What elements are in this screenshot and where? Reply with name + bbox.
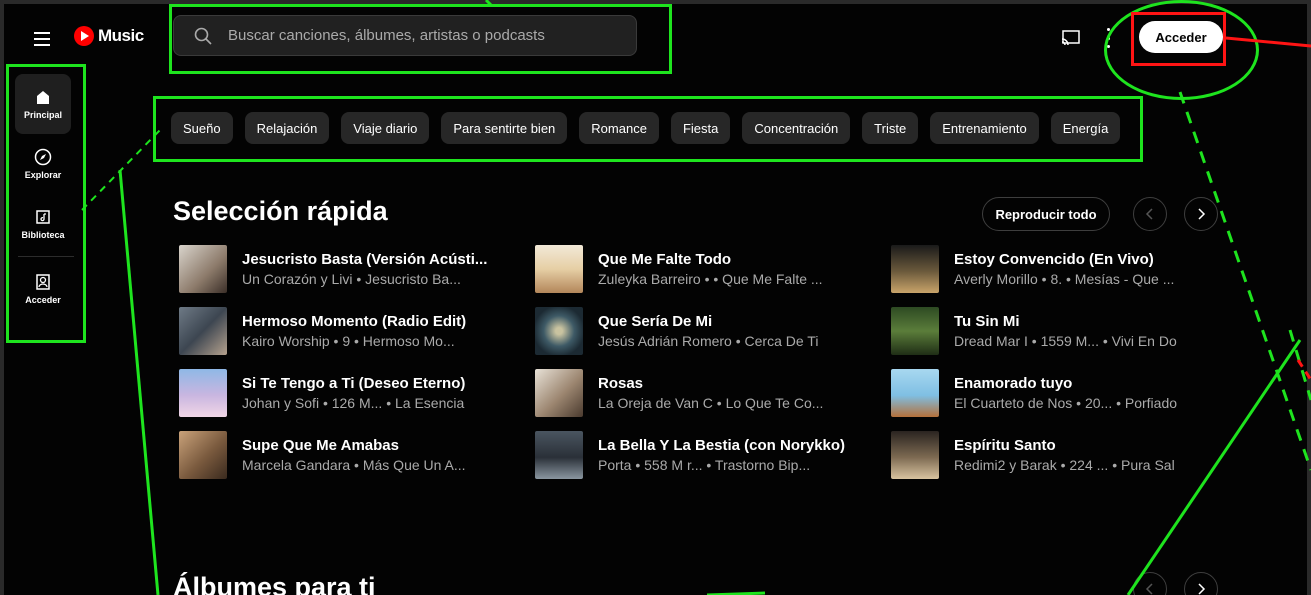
signin-button[interactable]: Acceder [1139, 21, 1223, 53]
albums-prev-button[interactable] [1133, 572, 1167, 595]
sidebar: Principal Explorar Biblioteca Acceder [10, 74, 82, 319]
sidebar-item-explorar[interactable]: Explorar [15, 134, 71, 194]
chip-concentracion[interactable]: Concentración [742, 112, 851, 144]
library-icon [36, 210, 50, 224]
play-all-button[interactable]: Reproducir todo [982, 197, 1110, 231]
song-subtitle: Marcela Gandara • Más Que Un A... [242, 456, 466, 473]
album-thumbnail [179, 430, 227, 479]
chip-viaje-diario[interactable]: Viaje diario [341, 112, 430, 144]
album-thumbnail [535, 306, 583, 355]
album-thumbnail [891, 368, 939, 417]
chip-relajacion[interactable]: Relajación [244, 112, 330, 144]
song-subtitle: Dread Mar I • 1559 M... • Vivi En Do [954, 332, 1177, 349]
sidebar-item-label: Biblioteca [21, 230, 65, 240]
song-subtitle: Porta • 558 M r... • Trastorno Bip... [598, 456, 811, 473]
sidebar-item-principal[interactable]: Principal [15, 74, 71, 134]
song-title: Espíritu Santo [954, 436, 1056, 454]
chevron-left-icon [1145, 583, 1153, 595]
song-title: Tu Sin Mi [954, 312, 1020, 330]
song-item[interactable]: Jesucristo Basta (Versión Acústi... Un Co… [179, 244, 535, 293]
chevron-right-icon [1198, 583, 1206, 595]
album-thumbnail [179, 368, 227, 417]
compass-icon [34, 148, 52, 166]
song-title: Que Me Falte Todo [598, 250, 732, 268]
sidebar-item-label: Principal [23, 110, 62, 120]
app-window: Music Acceder Principal Explorar Bibliot… [4, 4, 1307, 595]
sidebar-item-label: Acceder [25, 295, 61, 305]
song-item[interactable]: Supe Que Me Amabas Marcela Gandara • Más … [179, 430, 535, 479]
sidebar-item-biblioteca[interactable]: Biblioteca [15, 194, 71, 254]
song-title: Hermoso Momento (Radio Edit) [242, 312, 467, 330]
song-title: Supe Que Me Amabas [242, 436, 399, 454]
account-icon [36, 274, 50, 290]
quick-picks-grid: Jesucristo Basta (Versión Acústi... Un Co… [179, 244, 1239, 479]
song-subtitle: Johan y Sofi • 126 M... • La Esencia [242, 394, 465, 411]
song-item[interactable]: Estoy Convencido (En Vivo) Averly Morillo… [891, 244, 1239, 293]
song-item[interactable]: Hermoso Momento (Radio Edit) Kairo Worshi… [179, 306, 535, 355]
search-icon [194, 27, 212, 45]
song-title: Rosas [598, 374, 644, 392]
song-item[interactable]: Tu Sin Mi Dread Mar I • 1559 M... • Vivi … [891, 306, 1239, 355]
search-bar[interactable] [173, 15, 637, 56]
search-input[interactable] [228, 27, 628, 44]
more-options-icon[interactable] [1104, 28, 1112, 48]
song-subtitle: Averly Morillo • 8. • Mesías - Que ... [954, 270, 1175, 287]
album-thumbnail [535, 244, 583, 293]
albums-next-button[interactable] [1184, 572, 1218, 595]
song-title: Que Sería De Mi [598, 312, 713, 330]
carousel-prev-button[interactable] [1133, 197, 1167, 231]
albums-section-title: Álbumes para ti [173, 572, 376, 595]
song-item[interactable]: Si Te Tengo a Ti (Deseo Eterno) Johan y S… [179, 368, 535, 417]
song-item[interactable]: Que Sería De Mi Jesús Adrián Romero • Cer… [535, 306, 891, 355]
logo-text: Music [98, 26, 144, 45]
mood-chips: Sueño Relajación Viaje diario Para senti… [171, 112, 1121, 144]
chevron-right-icon [1198, 208, 1206, 220]
home-icon [37, 91, 49, 104]
chip-energia[interactable]: Energía [1050, 112, 1121, 144]
chip-sueno[interactable]: Sueño [171, 112, 233, 144]
song-item[interactable]: La Bella Y La Bestia (con Norykko) Porta … [535, 430, 891, 479]
chip-triste[interactable]: Triste [862, 112, 919, 144]
song-title: Enamorado tuyo [954, 374, 1073, 392]
sidebar-item-label: Explorar [24, 170, 62, 180]
song-subtitle: Kairo Worship • 9 • Hermoso Mo... [242, 332, 455, 349]
play-logo-icon [74, 26, 94, 46]
song-subtitle: La Oreja de Van C • Lo Que Te Co... [598, 394, 824, 411]
chip-para-sentirte-bien[interactable]: Para sentirte bien [441, 112, 568, 144]
song-item[interactable]: Espíritu Santo Redimi2 y Barak • 224 ... … [891, 430, 1239, 479]
chip-fiesta[interactable]: Fiesta [670, 112, 731, 144]
song-subtitle: Redimi2 y Barak • 224 ... • Pura Sal [954, 456, 1175, 473]
album-thumbnail [535, 368, 583, 417]
song-item[interactable]: Rosas La Oreja de Van C • Lo Que Te Co... [535, 368, 891, 417]
section-title: Selección rápida [173, 196, 388, 226]
song-title: Si Te Tengo a Ti (Deseo Eterno) [242, 374, 466, 392]
album-thumbnail [891, 430, 939, 479]
song-subtitle: El Cuarteto de Nos • 20... • Porfiado [954, 394, 1178, 411]
carousel-next-button[interactable] [1184, 197, 1218, 231]
song-subtitle: Jesús Adrián Romero • Cerca De Ti [598, 332, 819, 349]
chip-entrenamiento[interactable]: Entrenamiento [930, 112, 1039, 144]
song-subtitle: Zuleyka Barreiro • • Que Me Falte ... [598, 270, 823, 287]
youtube-music-logo[interactable]: Music [74, 26, 144, 46]
sidebar-item-acceder[interactable]: Acceder [15, 259, 71, 319]
chevron-left-icon [1145, 208, 1153, 220]
album-thumbnail [179, 306, 227, 355]
song-title: Estoy Convencido (En Vivo) [954, 250, 1154, 268]
chip-romance[interactable]: Romance [579, 112, 659, 144]
song-item[interactable]: Que Me Falte Todo Zuleyka Barreiro • • Qu… [535, 244, 891, 293]
cast-icon[interactable] [1061, 30, 1081, 46]
album-thumbnail [535, 430, 583, 479]
menu-icon[interactable] [30, 28, 54, 52]
album-thumbnail [179, 244, 227, 293]
song-item[interactable]: Enamorado tuyo El Cuarteto de Nos • 20...… [891, 368, 1239, 417]
sidebar-divider [18, 256, 74, 257]
song-subtitle: Un Corazón y Livi • Jesucristo Ba... [242, 270, 461, 287]
album-thumbnail [891, 306, 939, 355]
top-bar: Music Acceder [4, 4, 1307, 78]
song-title: Jesucristo Basta (Versión Acústi... [242, 250, 488, 268]
song-title: La Bella Y La Bestia (con Norykko) [598, 436, 846, 454]
album-thumbnail [891, 244, 939, 293]
